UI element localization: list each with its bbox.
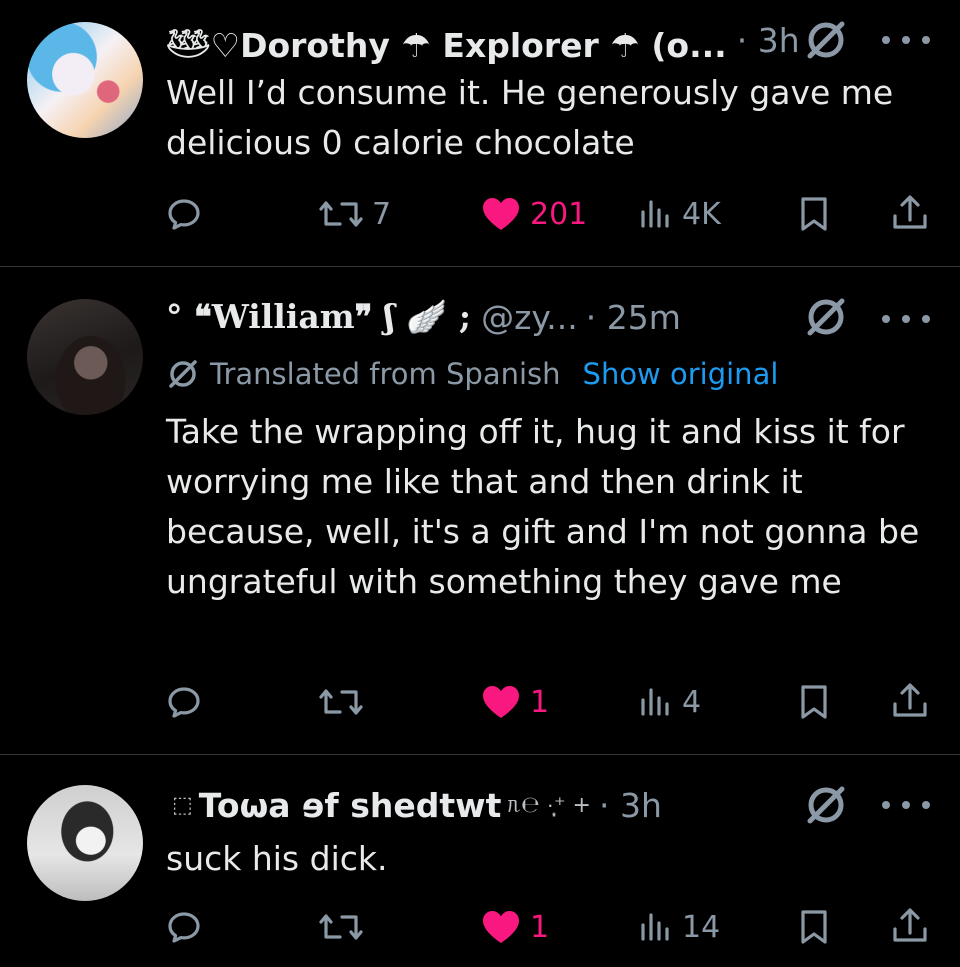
bookmark-icon (801, 685, 827, 719)
views-button[interactable]: 4K (636, 192, 721, 236)
translated-label: Translated from Spanish (210, 357, 561, 391)
share-button[interactable] (888, 905, 932, 949)
action-bar: 1 14 (0, 905, 960, 949)
decorative-glyph: ⬚ (172, 792, 193, 818)
post-time-value: 25m (606, 297, 681, 337)
reply-icon (168, 912, 200, 943)
avatar[interactable] (27, 785, 143, 901)
repost-count: 7 (372, 196, 392, 232)
translate-icon (169, 360, 197, 388)
repost-button[interactable]: 7 (316, 192, 391, 236)
share-icon (893, 195, 927, 229)
post-1[interactable]: 𓅸♡Dorothy ☂ Explorer ☂ (o... · 3h Well I… (0, 0, 960, 266)
repost-icon (319, 201, 363, 227)
heart-icon (483, 686, 519, 718)
verified-icon (804, 295, 848, 339)
bookmark-icon (801, 197, 827, 231)
verified-icon (804, 783, 848, 827)
reply-icon (168, 199, 200, 230)
display-name[interactable]: Toωa ɘf shedtwt (199, 786, 502, 825)
views-icon (641, 688, 669, 716)
avatar[interactable] (27, 299, 143, 415)
views-icon (641, 200, 669, 228)
action-bar: 1 4 (0, 680, 960, 724)
verified-icon (804, 18, 848, 62)
post-text: Take the wrapping off it, hug it and kis… (166, 412, 920, 601)
repost-icon (319, 914, 363, 940)
heart-icon (483, 198, 519, 230)
post-3[interactable]: ⬚ Toωa ɘf shedtwt ᥰ℮ ·̩͙⁺ + · 3h suck hi… (0, 755, 960, 967)
post-header: 𓅸♡Dorothy ☂ Explorer ☂ (o... · 3h (166, 18, 800, 65)
name-decoration: ᥰ℮ ·̩͙⁺ + (507, 793, 591, 818)
like-count: 201 (530, 196, 588, 232)
reply-button[interactable] (162, 905, 206, 949)
post-text: Well I’d consume it. He generously gave … (166, 73, 894, 162)
views-count: 4K (682, 196, 721, 232)
post-time-value: 3h (757, 20, 800, 60)
display-name[interactable]: 𓅸♡Dorothy ☂ Explorer ☂ (o... (166, 13, 727, 68)
views-button[interactable]: 4 (636, 680, 701, 724)
heart-icon (483, 911, 519, 943)
like-button[interactable]: 201 (478, 192, 587, 236)
like-count: 1 (530, 909, 550, 945)
views-count: 14 (682, 909, 721, 945)
bookmark-button[interactable] (794, 905, 834, 949)
reply-button[interactable] (162, 192, 206, 236)
post-time[interactable]: · 25m (586, 298, 681, 337)
share-button[interactable] (888, 680, 932, 724)
views-icon (641, 913, 669, 941)
post-time[interactable]: · 3h (599, 786, 662, 825)
more-icon[interactable] (882, 312, 930, 326)
share-button[interactable] (888, 192, 932, 236)
more-icon[interactable] (882, 33, 930, 47)
post-header: ° ❝William❞ ʃ 🪽 ; @zy... · 25m (166, 295, 681, 339)
avatar[interactable] (27, 22, 143, 138)
like-button[interactable]: 1 (478, 905, 549, 949)
repost-button[interactable] (316, 680, 366, 724)
reply-icon (168, 687, 200, 718)
show-original-link[interactable]: Show original (583, 357, 779, 391)
post-text: suck his dick. (166, 839, 388, 878)
bookmark-button[interactable] (794, 192, 834, 236)
views-button[interactable]: 14 (636, 905, 720, 949)
bookmark-button[interactable] (794, 680, 834, 724)
share-icon (893, 683, 927, 717)
post-header: ⬚ Toωa ɘf shedtwt ᥰ℮ ·̩͙⁺ + · 3h (166, 783, 662, 827)
action-bar: 7 201 4K (0, 192, 960, 236)
display-name[interactable]: ° ❝William❞ ʃ 🪽 ; (166, 297, 471, 337)
bookmark-icon (801, 910, 827, 944)
reply-button[interactable] (162, 680, 206, 724)
views-count: 4 (682, 684, 702, 720)
repost-button[interactable] (316, 905, 366, 949)
more-icon[interactable] (882, 798, 930, 812)
user-handle[interactable]: @zy... (481, 298, 578, 337)
like-button[interactable]: 1 (478, 680, 549, 724)
repost-icon (319, 689, 363, 715)
translation-row: Translated from Spanish Show original (166, 354, 778, 394)
share-icon (893, 908, 927, 942)
like-count: 1 (530, 684, 550, 720)
post-2[interactable]: ° ❝William❞ ʃ 🪽 ; @zy... · 25m Translate… (0, 267, 960, 754)
post-time[interactable]: · 3h (737, 21, 800, 60)
post-time-value: 3h (619, 785, 662, 825)
